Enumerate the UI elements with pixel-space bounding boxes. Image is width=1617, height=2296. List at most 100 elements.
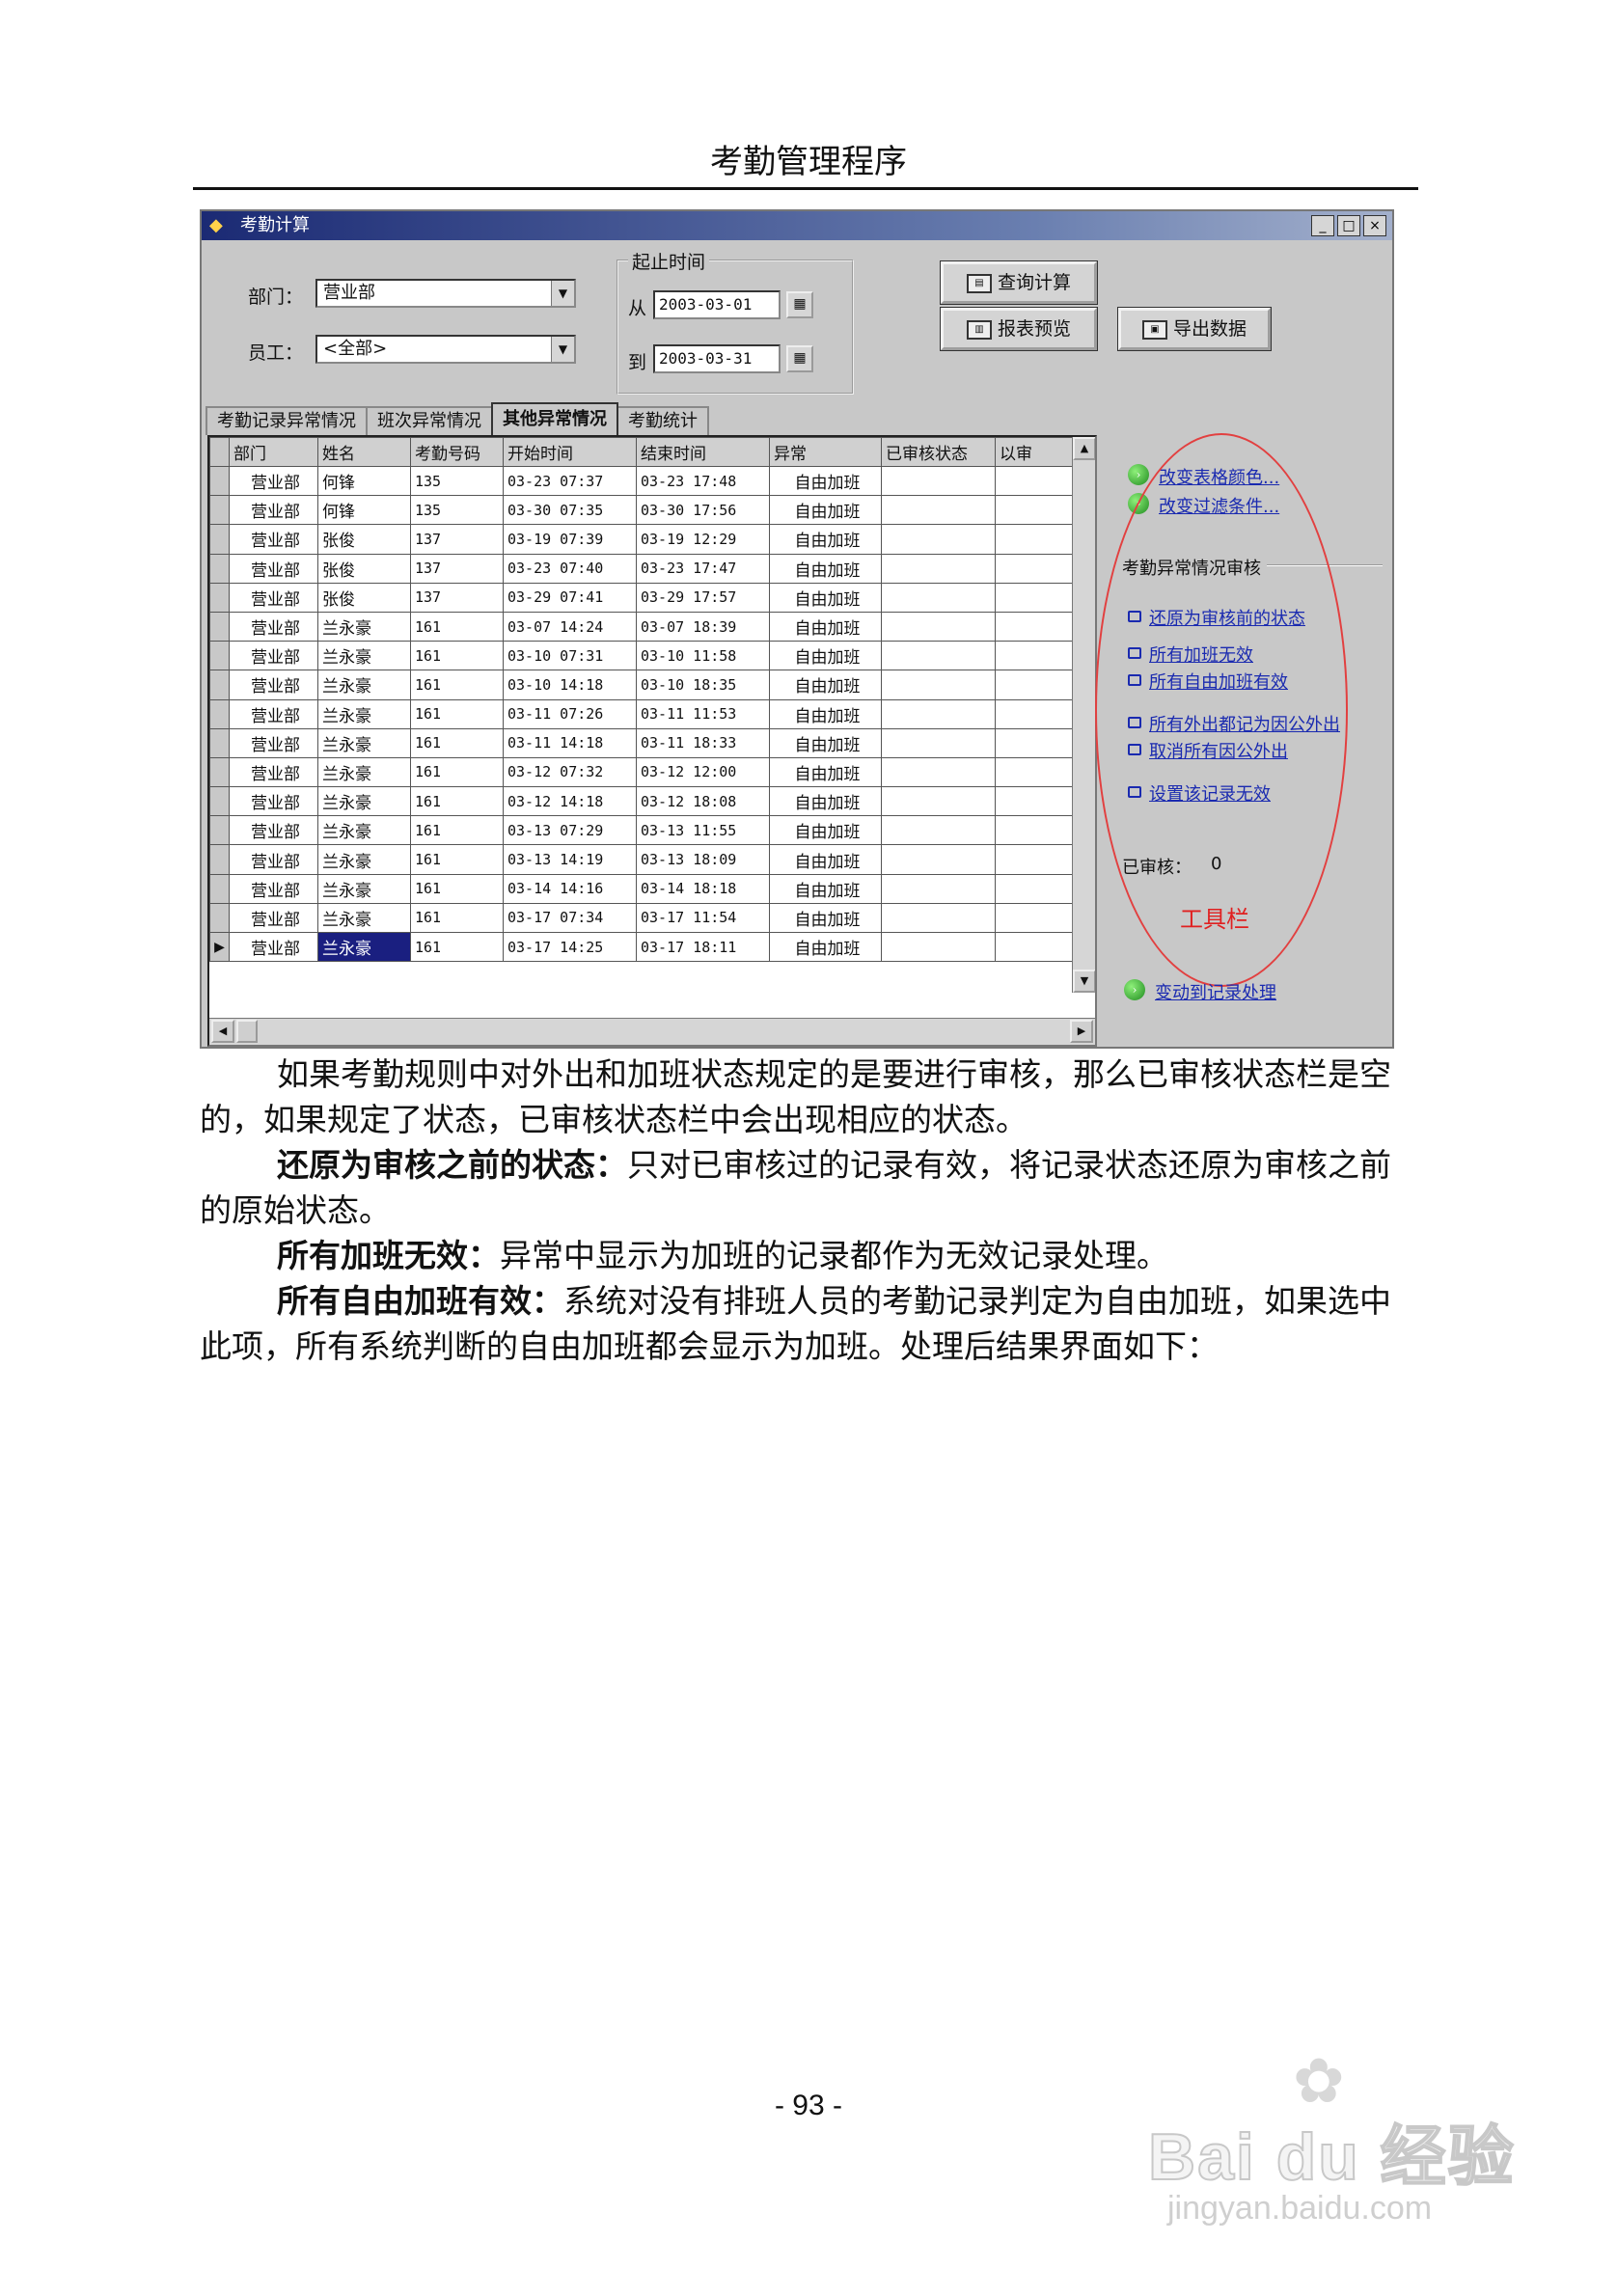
table-cell[interactable]: 03-10 07:31 (503, 641, 637, 671)
table-cell[interactable] (881, 582, 996, 613)
table-cell[interactable]: 03-11 14:18 (503, 727, 637, 758)
table-cell[interactable]: 自由加班 (769, 524, 882, 555)
table-cell[interactable]: 兰永豪 (317, 698, 411, 729)
table-cell[interactable]: 何锋 (317, 465, 411, 497)
row-indicator[interactable] (209, 641, 230, 671)
table-row[interactable]: 营业部 兰永豪 161 03-14 14:16 03-14 18:18 自由加班 (209, 873, 1077, 904)
table-cell[interactable] (995, 844, 1077, 875)
table-cell[interactable]: 161 (410, 727, 504, 758)
table-cell[interactable]: 兰永豪 (317, 931, 411, 963)
table-cell[interactable] (881, 641, 996, 671)
row-indicator[interactable] (209, 756, 230, 788)
table-cell[interactable]: 营业部 (229, 465, 318, 497)
table-cell[interactable]: 03-23 07:40 (503, 553, 637, 584)
table-cell[interactable]: 营业部 (229, 756, 318, 788)
table-cell[interactable]: 营业部 (229, 641, 318, 671)
table-cell[interactable] (995, 698, 1077, 729)
table-cell[interactable]: 营业部 (229, 582, 318, 613)
table-cell[interactable]: 03-14 18:18 (636, 873, 770, 904)
table-row[interactable]: 营业部 兰永豪 161 03-13 07:29 03-13 11:55 自由加班 (209, 815, 1077, 846)
table-cell[interactable]: 03-10 14:18 (503, 670, 637, 700)
tab-shift-exceptions[interactable]: 班次异常情况 (366, 406, 493, 435)
column-header[interactable]: 考勤号码 (410, 437, 504, 467)
scroll-down-icon[interactable]: ▼ (1073, 970, 1095, 993)
table-cell[interactable]: 兰永豪 (317, 844, 411, 875)
table-cell[interactable] (881, 670, 996, 700)
table-cell[interactable]: 自由加班 (769, 756, 882, 788)
exceptions-grid[interactable]: 部门 姓名 考勤号码 开始时间 结束时间 异常 已审核状态 以审 营业部 何锋 13… (207, 435, 1097, 1047)
table-cell[interactable]: 03-30 17:56 (636, 495, 770, 526)
table-cell[interactable]: 03-11 11:53 (636, 698, 770, 729)
table-cell[interactable]: 137 (410, 553, 504, 584)
table-cell[interactable]: 03-12 12:00 (636, 756, 770, 788)
calendar-icon[interactable]: ▦ (786, 291, 813, 318)
table-row[interactable]: 营业部 张俊 137 03-19 07:39 03-19 12:29 自由加班 (209, 524, 1077, 555)
table-cell[interactable]: 03-13 14:19 (503, 844, 637, 875)
table-cell[interactable]: 自由加班 (769, 698, 882, 729)
table-cell[interactable] (881, 524, 996, 555)
table-cell[interactable]: 兰永豪 (317, 641, 411, 671)
table-cell[interactable]: 兰永豪 (317, 902, 411, 934)
table-row[interactable]: 营业部 兰永豪 161 03-17 07:34 03-17 11:54 自由加班 (209, 902, 1077, 934)
table-cell[interactable]: 03-13 07:29 (503, 815, 637, 846)
table-cell[interactable]: 03-07 14:24 (503, 611, 637, 642)
table-cell[interactable] (995, 670, 1077, 700)
bottom-action-link[interactable]: 变动到记录处理 (1155, 979, 1276, 1004)
table-cell[interactable]: 03-14 14:16 (503, 873, 637, 904)
table-cell[interactable]: 营业部 (229, 844, 318, 875)
table-cell[interactable]: 03-10 11:58 (636, 641, 770, 671)
table-cell[interactable]: 营业部 (229, 495, 318, 526)
table-cell[interactable]: 营业部 (229, 670, 318, 700)
table-cell[interactable]: 03-07 18:39 (636, 611, 770, 642)
table-cell[interactable]: 03-12 14:18 (503, 786, 637, 817)
from-date-input[interactable]: 2003-03-01 (653, 290, 781, 319)
table-cell[interactable]: 自由加班 (769, 844, 882, 875)
horizontal-scrollbar[interactable]: ◀ ▶ (209, 1018, 1095, 1045)
table-cell[interactable]: 137 (410, 524, 504, 555)
table-cell[interactable] (881, 786, 996, 817)
scroll-right-icon[interactable]: ▶ (1070, 1020, 1093, 1043)
table-cell[interactable]: 兰永豪 (317, 727, 411, 758)
table-row[interactable]: 营业部 兰永豪 161 03-11 07:26 03-11 11:53 自由加班 (209, 698, 1077, 729)
table-cell[interactable] (881, 495, 996, 526)
table-cell[interactable]: 161 (410, 641, 504, 671)
table-cell[interactable] (995, 495, 1077, 526)
table-cell[interactable]: 自由加班 (769, 786, 882, 817)
table-cell[interactable]: 03-12 07:32 (503, 756, 637, 788)
table-cell[interactable]: 自由加班 (769, 582, 882, 613)
table-cell[interactable]: 营业部 (229, 873, 318, 904)
table-cell[interactable]: 03-30 07:35 (503, 495, 637, 526)
table-cell[interactable] (881, 611, 996, 642)
table-row[interactable]: 营业部 何锋 135 03-23 07:37 03-23 17:48 自由加班 (209, 465, 1077, 497)
table-cell[interactable]: 营业部 (229, 902, 318, 934)
table-cell[interactable]: 营业部 (229, 698, 318, 729)
table-cell[interactable]: 137 (410, 582, 504, 613)
table-cell[interactable]: 161 (410, 902, 504, 934)
table-cell[interactable] (995, 815, 1077, 846)
row-indicator[interactable] (209, 670, 230, 700)
table-cell[interactable]: 自由加班 (769, 727, 882, 758)
table-cell[interactable]: 03-17 18:11 (636, 931, 770, 963)
table-row[interactable]: 营业部 兰永豪 161 03-10 07:31 03-10 11:58 自由加班 (209, 641, 1077, 671)
row-indicator[interactable] (209, 611, 230, 642)
table-cell[interactable] (881, 902, 996, 934)
table-cell[interactable]: 03-19 07:39 (503, 524, 637, 555)
table-row[interactable]: 营业部 兰永豪 161 03-13 14:19 03-13 18:09 自由加班 (209, 844, 1077, 875)
row-indicator[interactable] (209, 465, 230, 497)
table-cell[interactable]: 营业部 (229, 815, 318, 846)
table-cell[interactable]: 营业部 (229, 524, 318, 555)
table-cell[interactable]: 03-19 12:29 (636, 524, 770, 555)
close-button[interactable]: × (1363, 215, 1386, 236)
table-cell[interactable]: 135 (410, 495, 504, 526)
to-date-input[interactable]: 2003-03-31 (653, 344, 781, 373)
chevron-down-icon[interactable]: ▼ (551, 337, 574, 362)
table-cell[interactable]: 161 (410, 844, 504, 875)
column-header[interactable]: 开始时间 (503, 437, 637, 467)
column-header[interactable]: 结束时间 (636, 437, 770, 467)
column-header[interactable]: 姓名 (317, 437, 411, 467)
table-cell[interactable] (995, 873, 1077, 904)
row-indicator[interactable] (209, 786, 230, 817)
table-cell[interactable]: 营业部 (229, 786, 318, 817)
table-cell[interactable] (881, 698, 996, 729)
table-row[interactable]: 营业部 兰永豪 161 03-11 14:18 03-11 18:33 自由加班 (209, 727, 1077, 758)
